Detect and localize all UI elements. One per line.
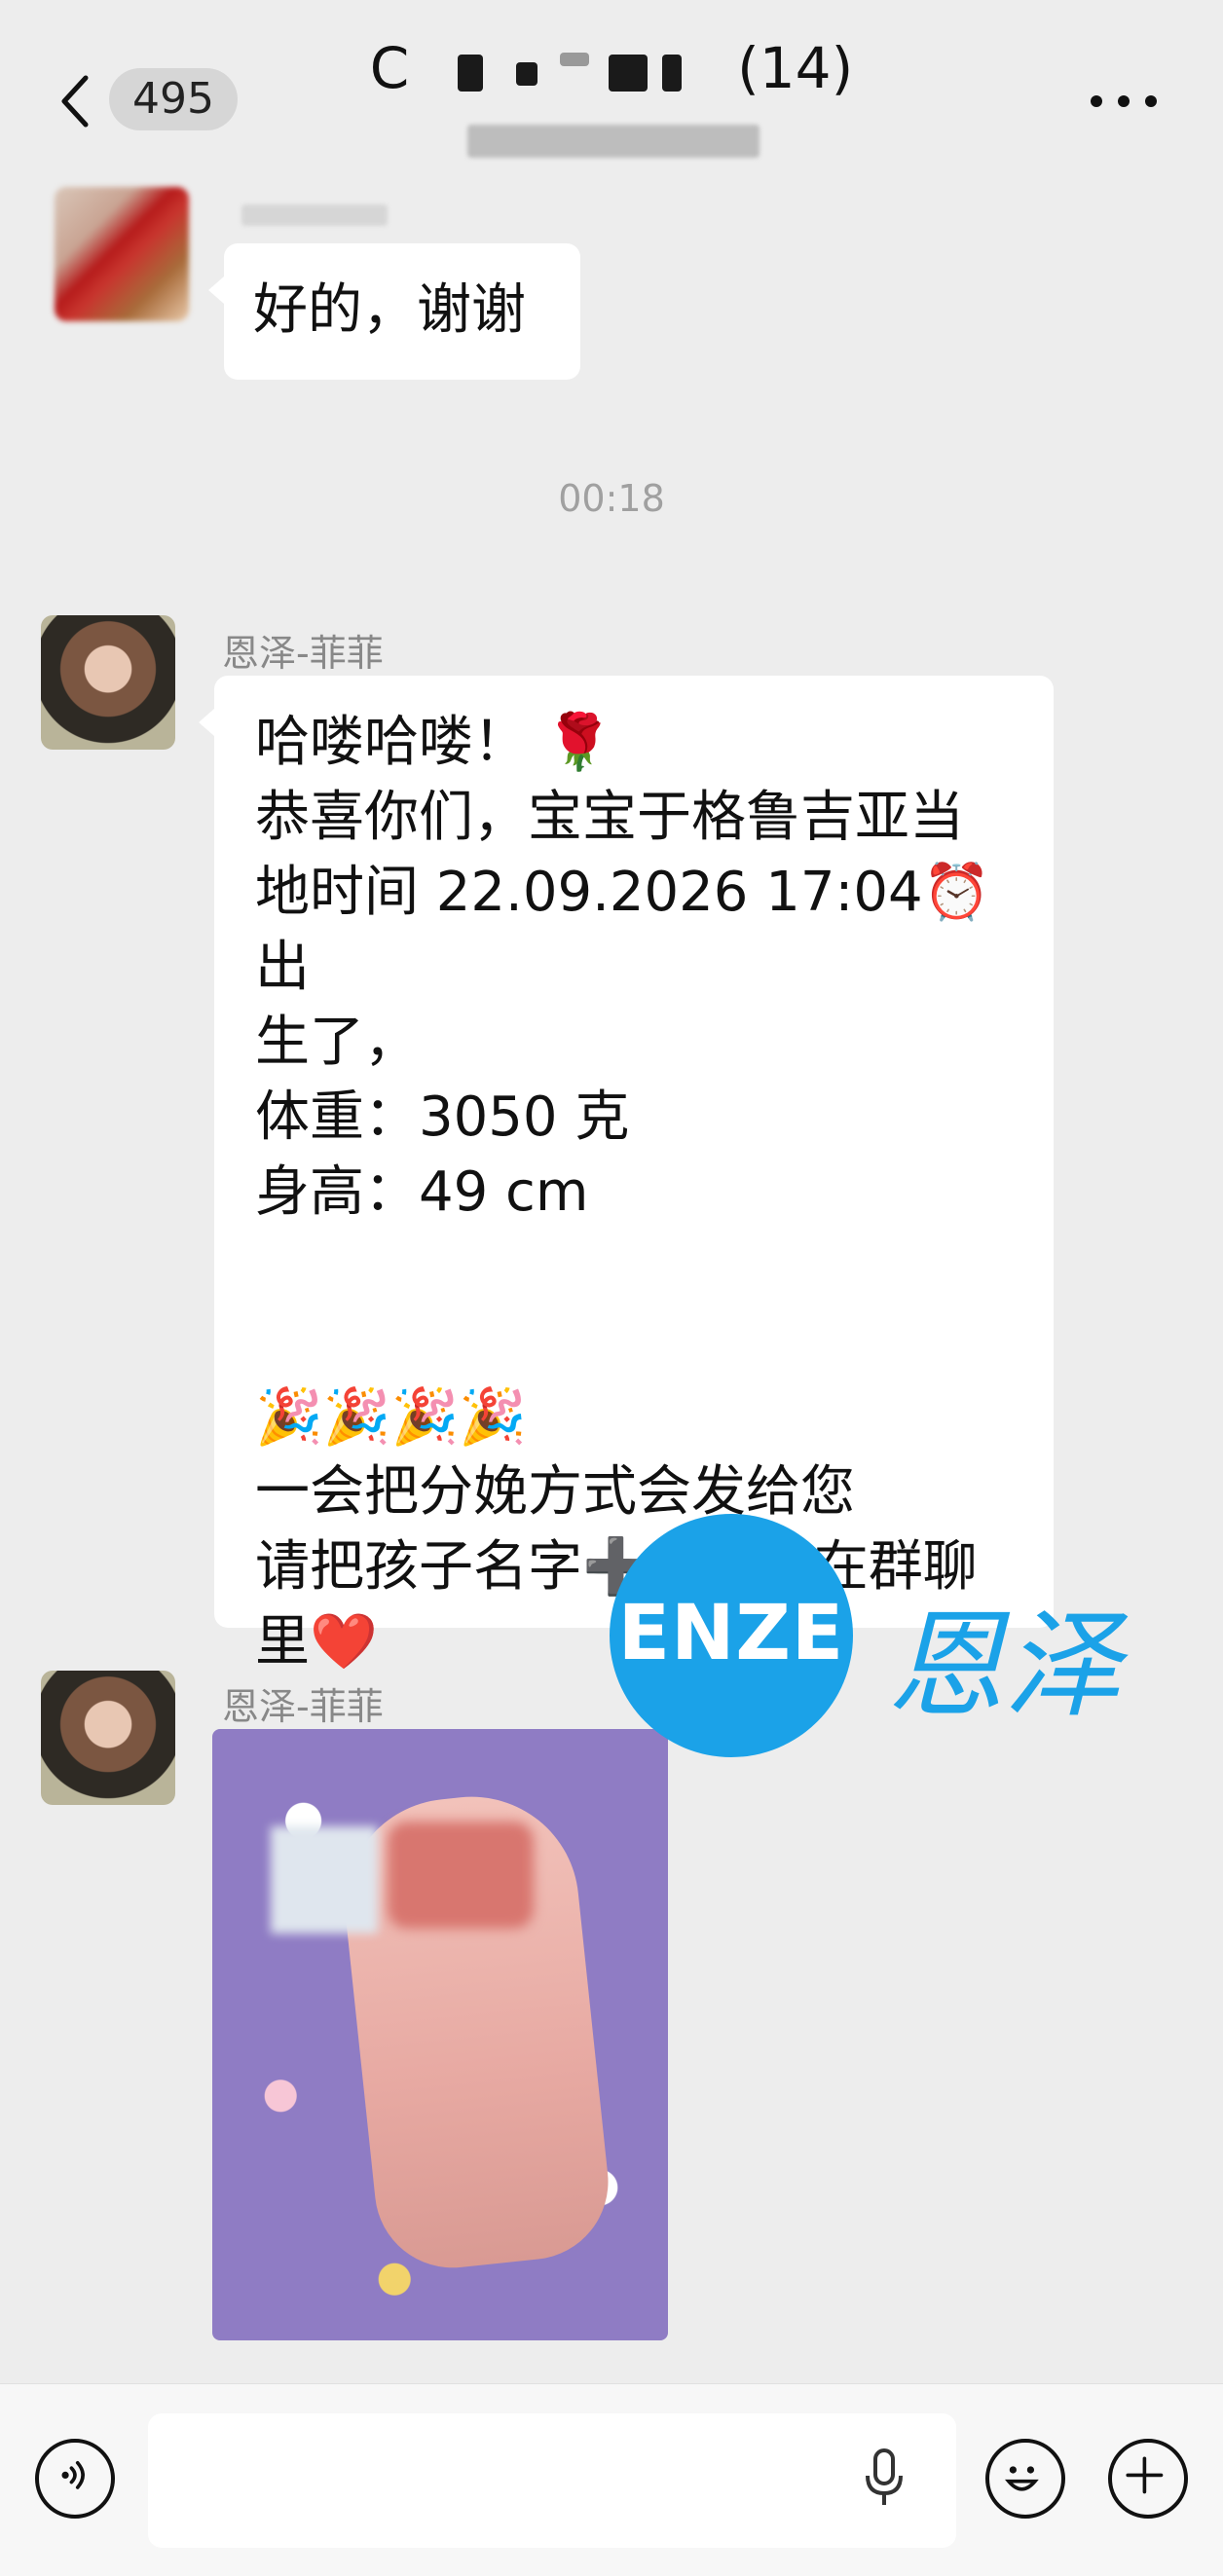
title-redaction — [516, 62, 537, 86]
watermark-en: ENZE — [617, 1590, 845, 1677]
voice-icon[interactable] — [35, 2439, 115, 2519]
subtitle-redaction — [467, 125, 760, 158]
title-redaction — [458, 55, 483, 92]
title-redaction — [560, 53, 589, 66]
chat-header: 495 C (14) — [0, 0, 1223, 175]
chevron-left-icon — [61, 75, 89, 128]
title-redaction — [662, 55, 682, 92]
message-bubble[interactable]: 好的，谢谢 — [208, 243, 580, 380]
face-redaction — [388, 1822, 534, 1929]
more-dots-icon — [1091, 95, 1102, 107]
sender-name: 恩泽-菲菲 — [222, 1685, 384, 1728]
plus-icon[interactable] — [1108, 2439, 1188, 2519]
unread-count-badge: 495 — [109, 68, 238, 130]
watermark-logo: ENZE 恩泽 — [610, 1514, 1155, 1757]
avatar[interactable] — [55, 187, 189, 321]
message-bubble[interactable]: 哈喽哈喽！ 🌹 恭喜你们，宝宝于格鲁吉亚当 地时间 22.09.2026 17:… — [199, 676, 1054, 1674]
title-redaction — [609, 55, 648, 92]
mic-icon[interactable] — [865, 2448, 904, 2509]
chat-title-prefix: C — [369, 35, 410, 101]
sender-name: 恩泽-菲菲 — [222, 632, 384, 675]
chat-title-suffix: (14) — [737, 35, 854, 101]
emoji-icon[interactable] — [985, 2439, 1065, 2519]
avatar[interactable] — [41, 615, 175, 750]
avatar[interactable] — [41, 1671, 175, 1805]
back-button[interactable]: 495 — [49, 60, 282, 138]
message-text: 好的，谢谢 — [253, 278, 526, 342]
watermark-cn: 恩泽 — [887, 1599, 1121, 1734]
input-bar — [0, 2383, 1223, 2576]
timestamp: 00:18 — [558, 477, 665, 520]
message-input[interactable] — [148, 2413, 956, 2548]
more-options-button[interactable] — [1091, 82, 1159, 121]
message-image[interactable] — [212, 1729, 668, 2340]
sender-name-redaction — [241, 204, 388, 226]
card-redaction — [271, 1826, 378, 1933]
